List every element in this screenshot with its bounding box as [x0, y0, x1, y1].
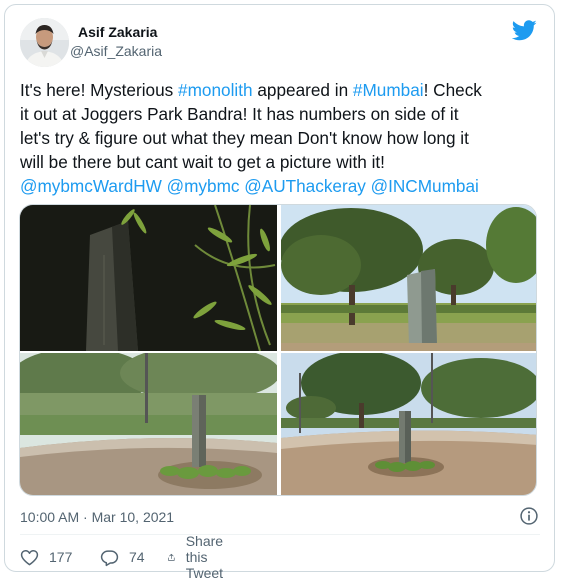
- tweet-timestamp[interactable]: 10:00 AM · Mar 10, 2021: [20, 509, 174, 525]
- hashtag-link-mumbai[interactable]: #Mumbai: [353, 80, 424, 100]
- photo-monolith-garden[interactable]: [20, 353, 277, 495]
- share-label: Share this Tweet: [185, 533, 224, 581]
- like-button[interactable]: 177: [20, 545, 72, 569]
- share-icon: [168, 553, 175, 561]
- tweet-text-segment: let's try & figure out what they mean Do…: [20, 128, 469, 148]
- divider: [20, 534, 540, 535]
- tweet-card[interactable]: Asif Zakaria @Asif_Zakaria It's here! My…: [4, 4, 555, 581]
- reply-count: 74: [129, 549, 145, 565]
- like-count: 177: [49, 549, 73, 565]
- hashtag-link-monolith[interactable]: #monolith: [178, 80, 253, 100]
- share-button[interactable]: Share this Tweet: [167, 533, 233, 581]
- heart-icon: [20, 549, 39, 565]
- mention-link-mybmc[interactable]: @mybmc: [167, 176, 240, 196]
- author-handle[interactable]: @Asif_Zakaria: [70, 43, 162, 59]
- reply-bubble-icon: [100, 549, 119, 566]
- tweet-text-line: @mybmcWardHW @mybmc @AUThackeray @INCMum…: [20, 174, 545, 198]
- tweet-text-segment: will be there but cant wait to get a pic…: [20, 152, 385, 172]
- tweet-text-segment: ! Check: [423, 80, 482, 100]
- photo-monolith-park[interactable]: [281, 205, 536, 351]
- photo-monolith-seafront[interactable]: [281, 353, 536, 495]
- tweet-text-segment: it out at Joggers Park Bandra! It has nu…: [20, 104, 459, 124]
- avatar[interactable]: [20, 18, 69, 67]
- mention-link-mybmcwardhw[interactable]: @mybmcWardHW: [20, 176, 162, 196]
- reply-button[interactable]: 74: [100, 545, 145, 569]
- photo-monolith-night[interactable]: [20, 205, 277, 351]
- tweet-text-segment: appeared in: [252, 80, 353, 100]
- mention-link-authackeray[interactable]: @AUThackeray: [244, 176, 366, 196]
- twitter-bird-icon[interactable]: [512, 20, 537, 41]
- author-name[interactable]: Asif Zakaria: [78, 24, 157, 40]
- profile-photo: [20, 18, 69, 67]
- tweet-text-line: it out at Joggers Park Bandra! It has nu…: [20, 102, 545, 126]
- tweet-text-line: It's here! Mysterious #monolith appeared…: [20, 78, 545, 102]
- mention-link-incmumbai[interactable]: @INCMumbai: [371, 176, 479, 196]
- tweet-text-segment: It's here! Mysterious: [20, 80, 179, 100]
- info-icon[interactable]: [519, 506, 539, 526]
- tweet-text-line: will be there but cant wait to get a pic…: [20, 150, 545, 174]
- tweet-body: It's here! Mysterious #monolith appeared…: [20, 78, 545, 198]
- media-grid: [19, 204, 537, 496]
- tweet-text-line: let's try & figure out what they mean Do…: [20, 126, 545, 150]
